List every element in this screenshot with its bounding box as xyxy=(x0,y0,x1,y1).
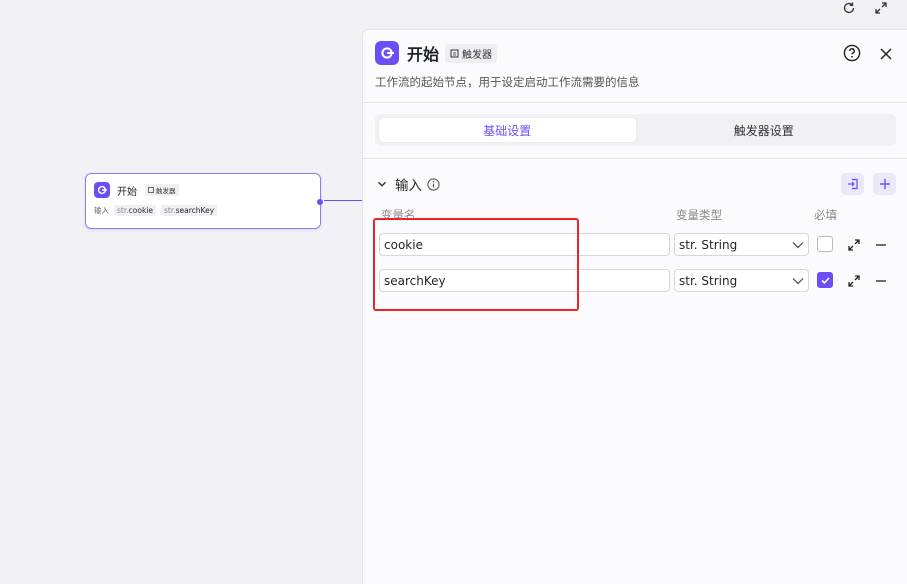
start-node-logo-icon xyxy=(94,182,110,198)
variable-type-value: str. String xyxy=(679,273,738,288)
node-trigger-badge: 触发器 xyxy=(145,184,179,196)
column-header-type: 变量类型 xyxy=(676,208,722,222)
panel-logo-icon xyxy=(375,41,399,65)
trigger-icon xyxy=(450,49,459,57)
node-title: 开始 xyxy=(117,186,137,198)
trigger-icon xyxy=(148,187,154,193)
settings-tabs: 基础设置 触发器设置 xyxy=(375,114,896,146)
node-badge-label: 触发器 xyxy=(156,187,176,195)
import-icon xyxy=(847,178,859,190)
divider xyxy=(363,158,907,159)
required-checkbox[interactable] xyxy=(817,236,833,252)
variable-type-select[interactable]: str. String xyxy=(674,233,809,256)
chevron-down-icon xyxy=(792,277,804,285)
close-icon[interactable] xyxy=(879,46,893,65)
panel-title: 开始 xyxy=(407,45,440,64)
expand-icon[interactable] xyxy=(847,273,861,287)
variable-type-value: str. String xyxy=(679,237,738,252)
remove-icon[interactable] xyxy=(874,273,888,287)
help-icon[interactable] xyxy=(843,44,861,66)
node-input-label: 输入 xyxy=(94,206,109,215)
add-variable-button[interactable] xyxy=(873,173,896,195)
remove-icon[interactable] xyxy=(874,237,888,251)
tab-trigger-settings[interactable]: 触发器设置 xyxy=(636,118,893,142)
tab-basic-settings[interactable]: 基础设置 xyxy=(379,118,636,142)
section-title: 输入 xyxy=(395,178,422,194)
variable-type-select[interactable]: str. String xyxy=(674,269,809,292)
required-checkbox[interactable] xyxy=(817,272,833,288)
edge-connector xyxy=(324,200,362,201)
check-icon xyxy=(820,276,830,284)
panel-description: 工作流的起始节点，用于设定启动工作流需要的信息 xyxy=(375,75,640,89)
chevron-down-icon xyxy=(792,241,804,249)
column-header-required: 必填 xyxy=(814,208,837,222)
import-button[interactable] xyxy=(841,173,864,195)
node-param-chip: str.searchKey xyxy=(160,205,218,216)
panel-trigger-badge: 触发器 xyxy=(445,43,498,63)
annotation-highlight-box xyxy=(373,218,579,311)
input-section: 输入 变量名 变量类型 必填 cookie str. String search… xyxy=(375,173,896,292)
divider xyxy=(363,102,907,103)
expand-icon[interactable] xyxy=(873,0,889,16)
node-param-chip: str.cookie xyxy=(114,205,156,216)
info-icon[interactable] xyxy=(427,177,440,191)
canvas-tools xyxy=(841,0,889,16)
panel-badge-label: 触发器 xyxy=(462,49,493,61)
plus-icon xyxy=(879,178,891,190)
start-node[interactable]: 开始 触发器 输入 str.cookie str.searchKey xyxy=(85,173,323,229)
expand-icon[interactable] xyxy=(847,237,861,251)
refresh-icon[interactable] xyxy=(841,0,857,16)
node-output-port[interactable] xyxy=(317,199,323,205)
chevron-down-icon[interactable] xyxy=(377,179,387,189)
